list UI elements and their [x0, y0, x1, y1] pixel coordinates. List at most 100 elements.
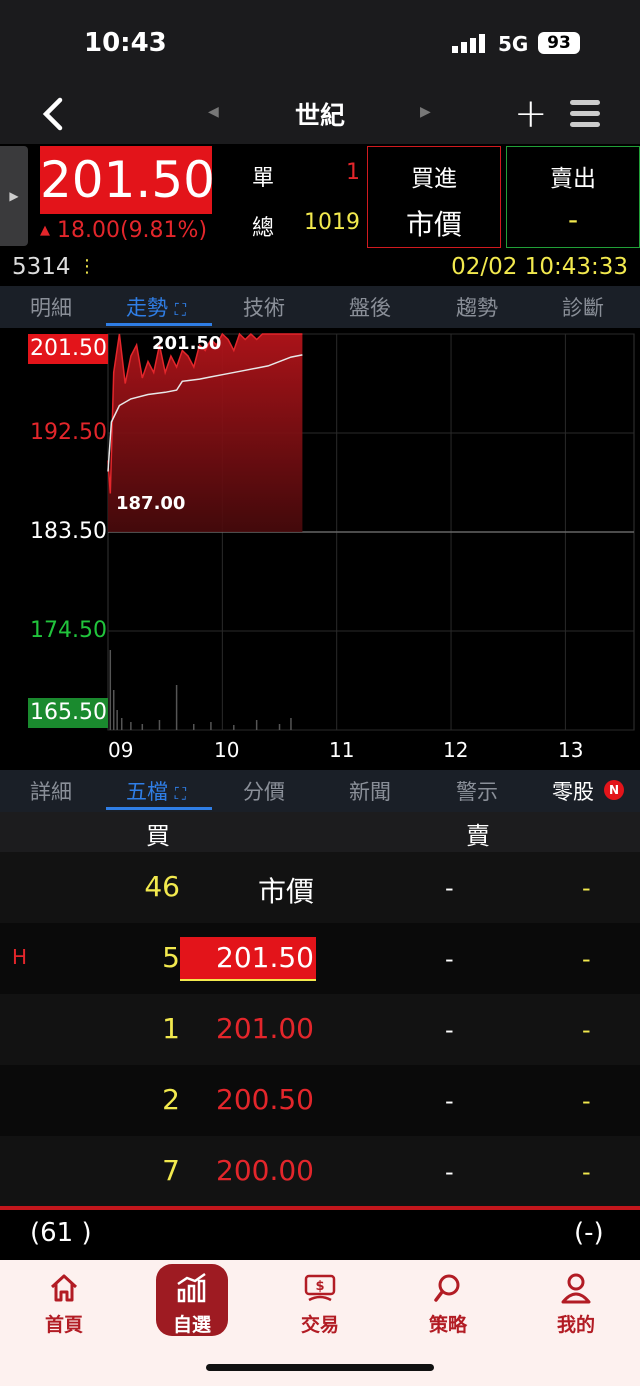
tab-after-hours[interactable]: 盤後: [349, 292, 391, 322]
stock-code: 5314: [12, 254, 71, 280]
tab-trend-analysis[interactable]: 趨勢: [456, 292, 498, 322]
ask-price: -: [445, 874, 454, 902]
xtick-label: 12: [443, 738, 469, 762]
bid-price: 200.00: [216, 1154, 314, 1187]
ytick-label: 174.50: [30, 618, 107, 643]
buy-header: 買: [146, 822, 170, 850]
status-time: 10:43: [84, 28, 167, 58]
bid-qty: 7: [162, 1154, 180, 1187]
nav-profile-label: 我的: [556, 1314, 595, 1336]
tab-detail[interactable]: 詳細: [30, 776, 72, 806]
bid-price: 市價: [257, 875, 314, 908]
bid-price: 201.00: [216, 1012, 314, 1045]
tab-five-level-label: 五檔: [126, 780, 168, 804]
home-indicator: [206, 1364, 434, 1371]
bid-price: 201.50: [216, 941, 314, 974]
ask-qty: -: [582, 1087, 591, 1115]
book-row[interactable]: 1 201.00 - -: [0, 994, 640, 1065]
expand-icon[interactable]: ⛶: [175, 300, 186, 319]
tab-indicator: [106, 807, 212, 810]
nav-watchlist-label: 自選: [172, 1314, 211, 1336]
battery-indicator: 93: [538, 32, 580, 54]
nav-trade-label: 交易: [300, 1314, 339, 1336]
tab-alerts[interactable]: 警示: [456, 776, 498, 806]
chart-high-label: 201.50: [152, 333, 222, 354]
book-totals: (61 ) (-): [0, 1206, 640, 1260]
tab-five-level[interactable]: 五檔 ⛶: [126, 776, 186, 806]
bid-qty: 1: [162, 1012, 180, 1045]
sell-header: 賣: [466, 822, 490, 850]
xtick-label: 09: [108, 738, 134, 762]
quote-datetime: 02/02 10:43:33: [451, 254, 628, 280]
ask-total: (-): [574, 1218, 604, 1248]
nav-home[interactable]: 首頁: [24, 1272, 104, 1337]
ask-qty: -: [582, 1158, 591, 1186]
chart-low-label: 187.00: [116, 493, 186, 514]
book-tab-bar: 詳細 五檔 ⛶ 分價 新聞 警示 零股 N: [0, 770, 640, 812]
bid-qty: 46: [144, 870, 180, 903]
network-label: 5G: [498, 32, 529, 56]
book-row[interactable]: 7 200.00 - -: [0, 1136, 640, 1207]
trade-icon: $: [304, 1274, 336, 1302]
expand-icon[interactable]: ⛶: [175, 784, 186, 803]
xtick-label: 10: [214, 738, 240, 762]
tab-news[interactable]: 新聞: [349, 776, 391, 806]
book-row[interactable]: 46 市價 - -: [0, 852, 640, 923]
svg-text:$: $: [315, 1279, 324, 1294]
price-change-value: 18.00(9.81%): [57, 218, 208, 243]
side-drawer-handle[interactable]: ▶: [0, 146, 28, 246]
sell-value: -: [567, 203, 579, 236]
tab-details[interactable]: 明細: [30, 292, 72, 322]
ask-price: -: [445, 945, 454, 973]
book-row[interactable]: 2 200.50 - -: [0, 1065, 640, 1136]
tab-odd-lot[interactable]: 零股: [552, 776, 594, 806]
nav-home-label: 首頁: [44, 1314, 83, 1336]
ask-qty: -: [582, 1016, 591, 1044]
tab-diagnosis[interactable]: 診斷: [562, 292, 604, 322]
buy-button[interactable]: 買進 市價: [367, 146, 501, 248]
sell-button[interactable]: 賣出 -: [506, 146, 640, 248]
ask-qty: -: [582, 945, 591, 973]
bid-price: 200.50: [216, 1083, 314, 1116]
bid-total: (61 ): [30, 1218, 92, 1248]
total-volume-value: 1019: [304, 210, 360, 235]
tab-price-volume[interactable]: 分價: [243, 776, 285, 806]
menu-icon[interactable]: [570, 100, 600, 133]
prev-stock-icon[interactable]: ◀: [208, 104, 219, 120]
next-stock-icon[interactable]: ▶: [420, 104, 431, 120]
current-price: 201.50: [40, 146, 215, 214]
up-arrow-icon: ▲: [40, 223, 50, 238]
xtick-label: 11: [329, 738, 355, 762]
buy-value: 市價: [405, 208, 462, 241]
nav-watchlist[interactable]: 自選: [152, 1272, 232, 1337]
chart-tab-bar: 明細 走勢 ⛶ 技術 盤後 趨勢 診斷: [0, 286, 640, 328]
ask-price: -: [445, 1158, 454, 1186]
total-volume-label: 總: [252, 216, 275, 241]
bid-qty: 2: [162, 1083, 180, 1116]
nav-strategy-label: 策略: [428, 1314, 467, 1336]
nav-trade[interactable]: $ 交易: [280, 1272, 360, 1337]
book-row[interactable]: H 5 201.50 - -: [0, 923, 640, 994]
ytick-label: 165.50: [30, 700, 107, 725]
tab-trend-label: 走勢: [126, 296, 168, 320]
tab-indicator: [106, 323, 212, 326]
single-volume-value: 1: [346, 160, 360, 185]
nav-strategy[interactable]: 策略: [408, 1272, 488, 1337]
single-volume-label: 單: [252, 166, 275, 191]
xtick-label: 13: [558, 738, 584, 762]
ask-qty: -: [582, 874, 591, 902]
tab-technical[interactable]: 技術: [243, 292, 285, 322]
ytick-label: 192.50: [30, 420, 107, 445]
tab-trend[interactable]: 走勢 ⛶: [126, 292, 186, 322]
add-icon[interactable]: +: [514, 92, 548, 136]
stock-name: 世紀: [294, 101, 345, 130]
ask-price: -: [445, 1087, 454, 1115]
price-change: ▲ 18.00(9.81%): [40, 218, 207, 243]
search-icon: [434, 1274, 460, 1302]
ytick-label: 201.50: [30, 336, 107, 361]
code-switch-icon[interactable]: ⋮: [78, 256, 96, 277]
new-badge: N: [604, 780, 624, 800]
nav-profile[interactable]: 我的: [536, 1272, 616, 1337]
buy-label: 買進: [411, 166, 457, 192]
back-arrow-icon[interactable]: [36, 92, 72, 136]
